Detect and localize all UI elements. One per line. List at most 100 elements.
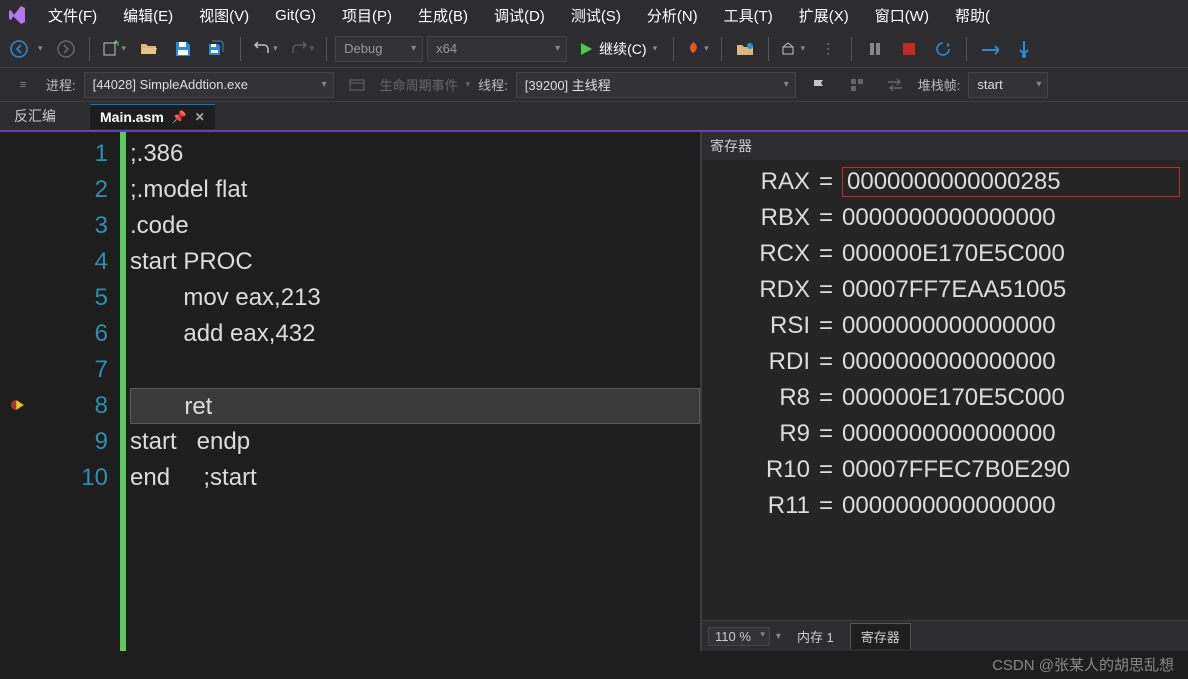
platform-combo[interactable]: x64 bbox=[427, 36, 567, 62]
open-file-button[interactable] bbox=[134, 35, 164, 63]
register-value: 0000000000000000 bbox=[842, 492, 1180, 520]
equals-sign: = bbox=[810, 312, 842, 340]
menu-file[interactable]: 文件(F) bbox=[36, 1, 109, 30]
threads-icon[interactable] bbox=[842, 71, 872, 99]
debug-dropdown-icon[interactable]: ≡ bbox=[8, 71, 38, 99]
registers-panel: 寄存器 RAX=0000000000000285RBX=000000000000… bbox=[700, 132, 1188, 651]
vs-logo bbox=[6, 4, 28, 26]
register-row: RCX=000000E170E5C000 bbox=[710, 236, 1180, 272]
equals-sign: = bbox=[810, 420, 842, 448]
separator bbox=[89, 37, 90, 61]
code-body[interactable]: ;.386;.model flat.codestart PROC mov eax… bbox=[130, 132, 700, 651]
code-line[interactable]: ;.model flat bbox=[130, 172, 700, 208]
code-line[interactable]: start endp bbox=[130, 424, 700, 460]
registers-body: RAX=0000000000000285RBX=0000000000000000… bbox=[702, 160, 1188, 620]
code-line[interactable]: end ;start bbox=[130, 460, 700, 496]
save-button[interactable] bbox=[168, 35, 198, 63]
code-line[interactable]: mov eax,213 bbox=[130, 280, 700, 316]
main-area: 1 2 3 4 5 6 7 8 9 10 ;.386;.model flat.c… bbox=[0, 132, 1188, 651]
equals-sign: = bbox=[810, 168, 842, 196]
restart-button[interactable] bbox=[928, 35, 958, 63]
register-name: RDX bbox=[710, 276, 810, 304]
stop-button[interactable] bbox=[894, 35, 924, 63]
stackframe-combo[interactable]: start bbox=[968, 72, 1048, 98]
tab-file-main-asm[interactable]: Main.asm 📌 ✕ bbox=[90, 104, 215, 129]
register-value: 000000E170E5C000 bbox=[842, 384, 1180, 412]
menu-help[interactable]: 帮助( bbox=[943, 1, 1002, 30]
registers-title: 寄存器 bbox=[702, 132, 1188, 160]
footer-tab-memory[interactable]: 内存 1 bbox=[787, 624, 844, 649]
register-value: 0000000000000000 bbox=[842, 204, 1180, 232]
save-all-button[interactable] bbox=[202, 35, 232, 63]
code-line[interactable]: ;.386 bbox=[130, 136, 700, 172]
show-next-statement-button[interactable]: ▾ bbox=[777, 35, 810, 63]
register-row: R8=000000E170E5C000 bbox=[710, 380, 1180, 416]
redo-button[interactable]: ▾ bbox=[286, 35, 319, 63]
register-name: R11 bbox=[710, 492, 810, 520]
tab-disassembly[interactable]: 反汇编 bbox=[0, 102, 70, 130]
toolbox-button[interactable] bbox=[730, 35, 760, 63]
register-row: RSI=0000000000000000 bbox=[710, 308, 1180, 344]
register-name: RBX bbox=[710, 204, 810, 232]
code-line[interactable]: .code bbox=[130, 208, 700, 244]
zoom-menu-icon[interactable]: ▾ bbox=[776, 631, 781, 642]
register-name: RAX bbox=[710, 168, 810, 196]
code-line[interactable]: add eax,432 bbox=[130, 316, 700, 352]
menu-test[interactable]: 测试(S) bbox=[559, 1, 633, 30]
swap-icon[interactable] bbox=[880, 71, 910, 99]
thread-label: 线程: bbox=[478, 75, 508, 94]
menu-edit[interactable]: 编辑(E) bbox=[111, 1, 185, 30]
more-button[interactable]: ⋮ bbox=[813, 35, 843, 63]
menu-window[interactable]: 窗口(W) bbox=[863, 1, 941, 30]
hot-reload-button[interactable]: ▾ bbox=[682, 35, 713, 63]
menu-extensions[interactable]: 扩展(X) bbox=[787, 1, 861, 30]
zoom-combo[interactable]: 110 % bbox=[708, 627, 770, 646]
code-line[interactable]: start PROC bbox=[130, 244, 700, 280]
equals-sign: = bbox=[810, 348, 842, 376]
register-value: 0000000000000000 bbox=[842, 348, 1180, 376]
menu-git[interactable]: Git(G) bbox=[263, 3, 328, 28]
menu-debug[interactable]: 调试(D) bbox=[482, 1, 557, 30]
pin-icon[interactable]: 📌 bbox=[172, 110, 187, 124]
menu-analyze[interactable]: 分析(N) bbox=[635, 1, 710, 30]
nav-forward-button[interactable] bbox=[51, 35, 81, 63]
continue-button[interactable]: 继续(C) ▾ bbox=[571, 35, 665, 63]
undo-button[interactable]: ▾ bbox=[249, 35, 282, 63]
lifecycle-label: 生命周期事件 bbox=[380, 75, 458, 94]
continue-label: 继续(C) bbox=[599, 39, 646, 59]
process-combo[interactable]: [44028] SimpleAddtion.exe bbox=[84, 72, 334, 98]
register-value: 00007FF7EAA51005 bbox=[842, 276, 1180, 304]
code-editor[interactable]: 1 2 3 4 5 6 7 8 9 10 ;.386;.model flat.c… bbox=[0, 132, 700, 651]
close-icon[interactable]: ✕ bbox=[195, 110, 205, 124]
thread-combo[interactable]: [39200] 主线程 bbox=[516, 72, 796, 98]
process-label: 进程: bbox=[46, 75, 76, 94]
equals-sign: = bbox=[810, 204, 842, 232]
lifecycle-icon[interactable] bbox=[342, 71, 372, 99]
menu-project[interactable]: 项目(P) bbox=[330, 1, 404, 30]
pause-button[interactable] bbox=[860, 35, 890, 63]
register-value: 000000E170E5C000 bbox=[842, 240, 1180, 268]
step-over-button[interactable] bbox=[975, 35, 1005, 63]
equals-sign: = bbox=[810, 456, 842, 484]
register-name: RSI bbox=[710, 312, 810, 340]
equals-sign: = bbox=[810, 384, 842, 412]
register-row: RBX=0000000000000000 bbox=[710, 200, 1180, 236]
separator bbox=[851, 37, 852, 61]
menu-tools[interactable]: 工具(T) bbox=[712, 1, 785, 30]
tab-file-label: Main.asm bbox=[100, 109, 164, 125]
step-into-button[interactable] bbox=[1009, 35, 1039, 63]
menu-build[interactable]: 生成(B) bbox=[406, 1, 480, 30]
new-item-button[interactable]: ▾ bbox=[98, 35, 131, 63]
stackframe-label: 堆栈帧: bbox=[918, 75, 961, 94]
register-row: RDX=00007FF7EAA51005 bbox=[710, 272, 1180, 308]
nav-back-button[interactable]: ▾ bbox=[6, 35, 47, 63]
footer-tab-registers[interactable]: 寄存器 bbox=[850, 623, 911, 649]
register-name: RDI bbox=[710, 348, 810, 376]
code-line[interactable]: ret bbox=[130, 388, 700, 424]
config-combo[interactable]: Debug bbox=[335, 36, 423, 62]
flag-icon[interactable] bbox=[804, 71, 834, 99]
menu-view[interactable]: 视图(V) bbox=[187, 1, 261, 30]
code-line[interactable] bbox=[130, 352, 700, 388]
register-value: 0000000000000000 bbox=[842, 312, 1180, 340]
gutter bbox=[0, 132, 40, 651]
